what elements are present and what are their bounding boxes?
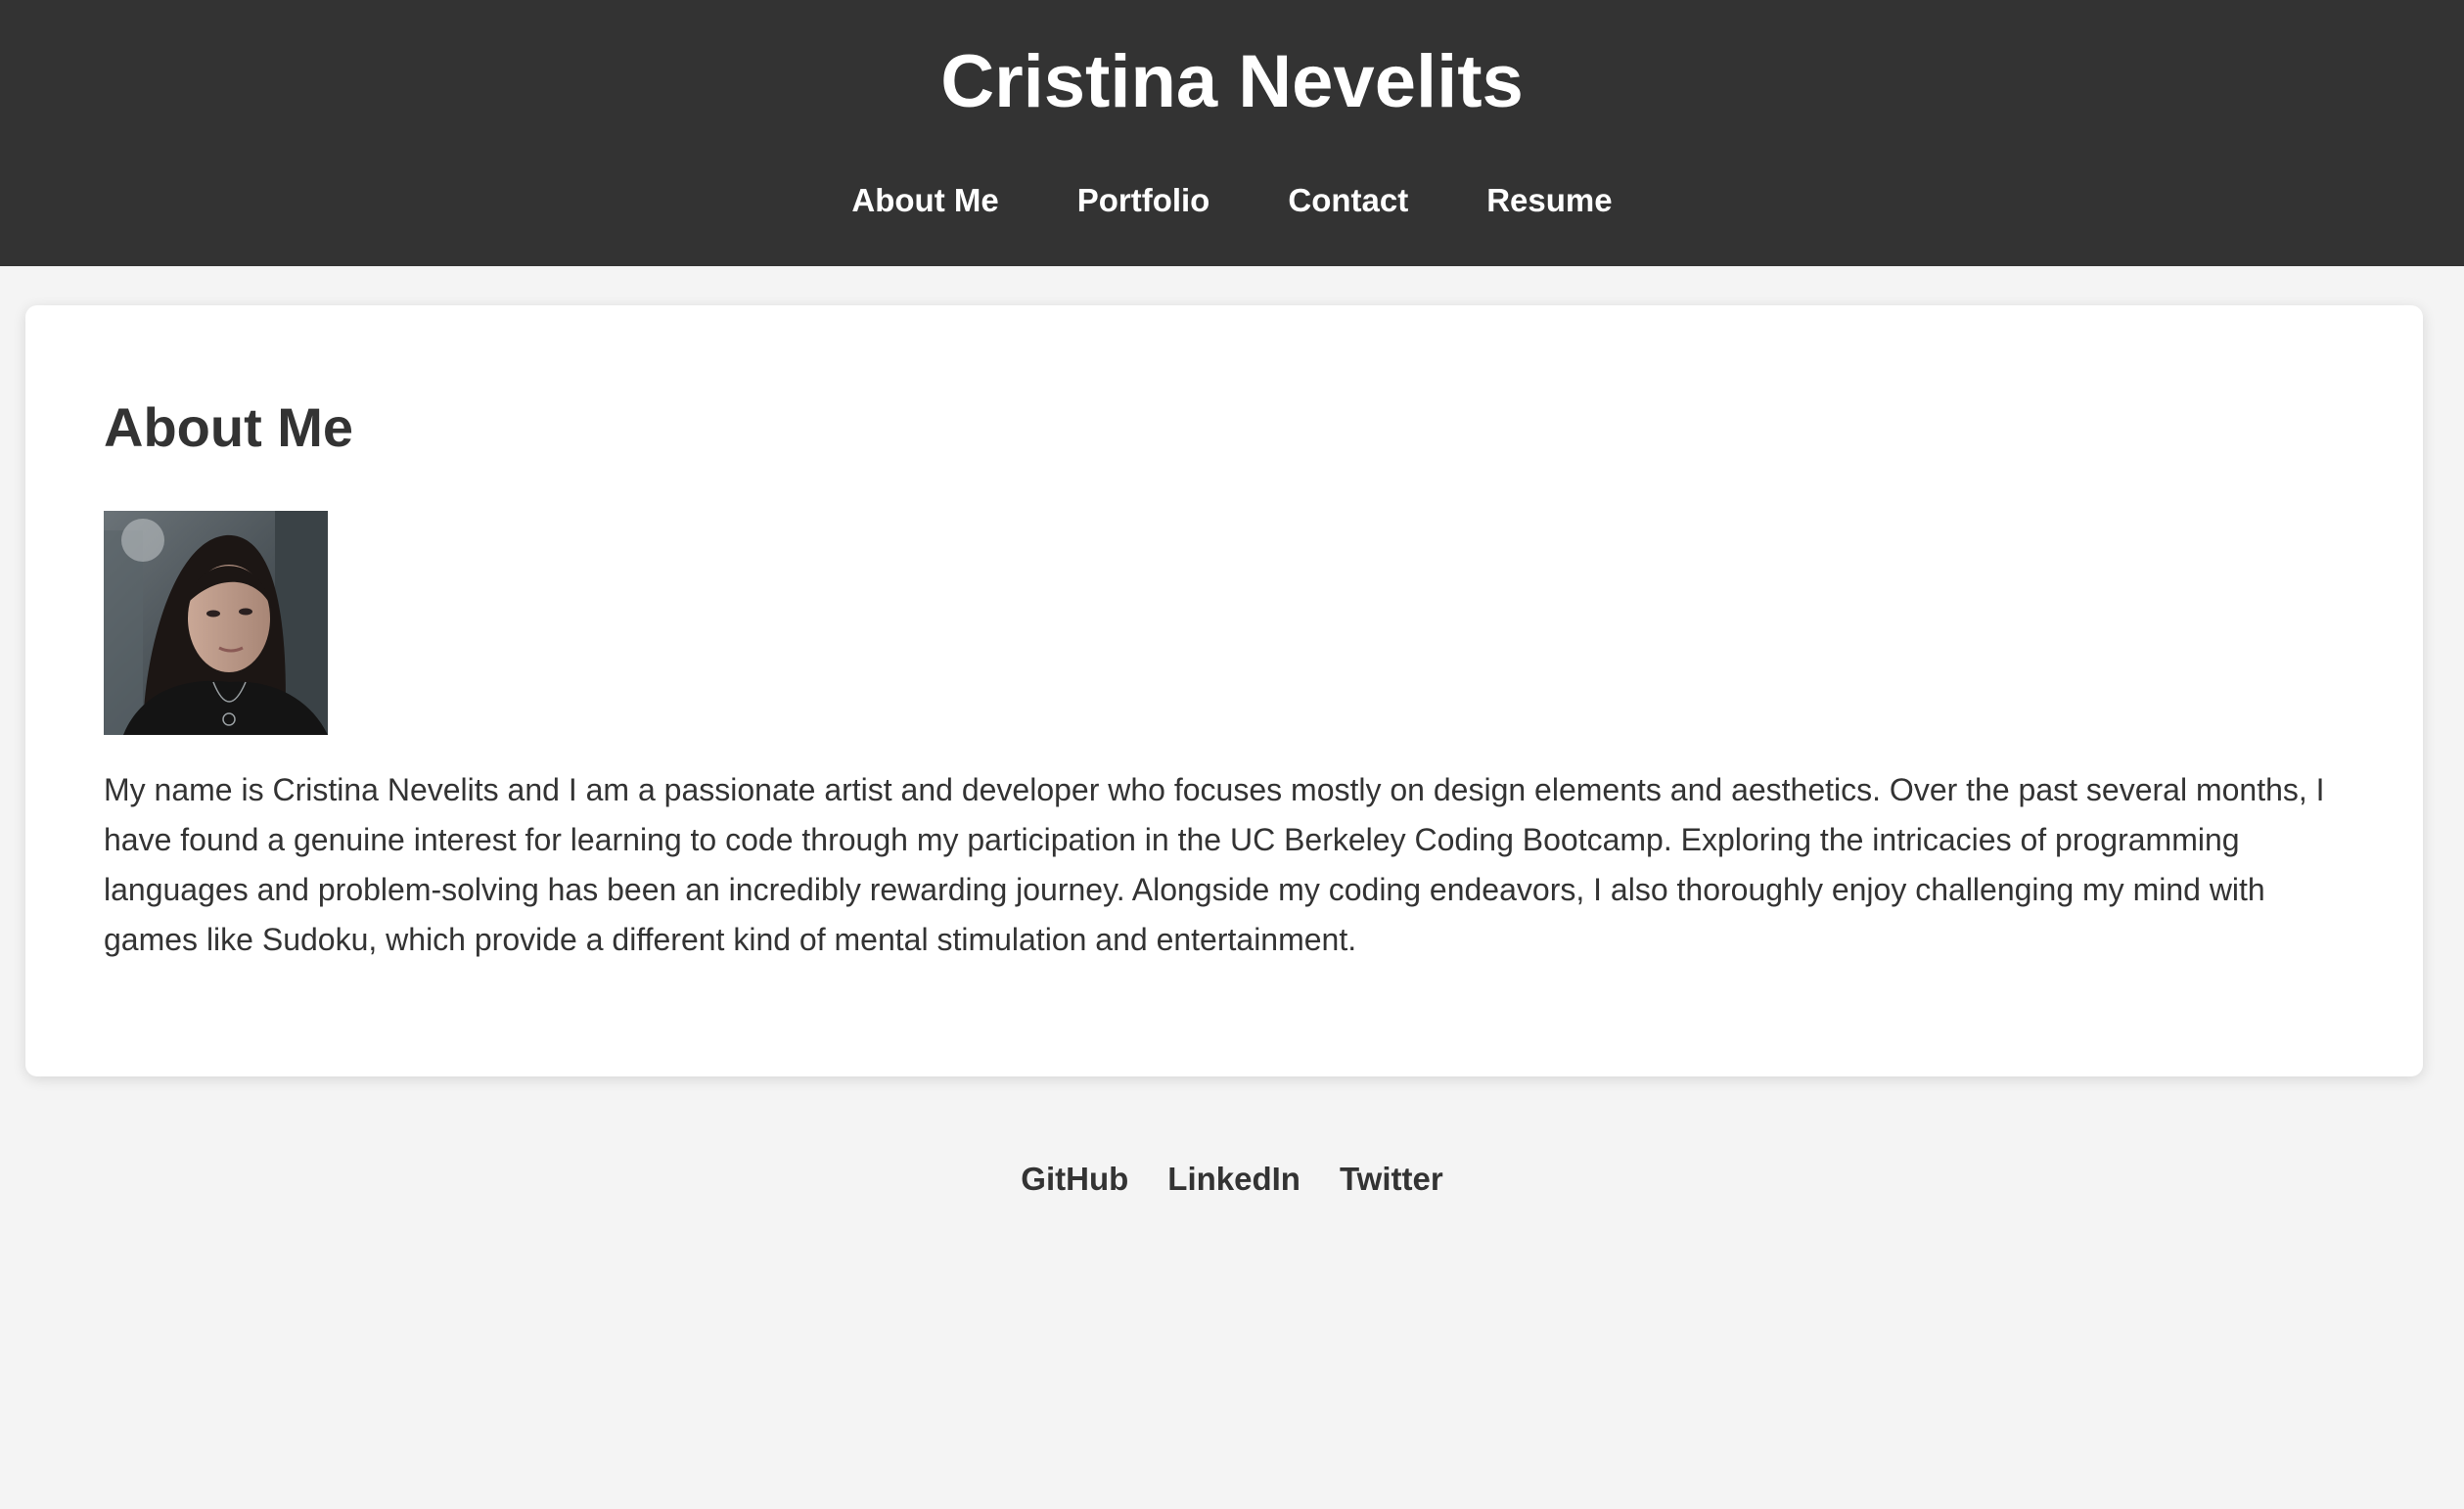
- main-nav: About Me Portfolio Contact Resume: [0, 176, 2464, 225]
- about-section: About Me My name is Cristina Nevelits an…: [25, 305, 2423, 1076]
- about-bio: My name is Cristina Nevelits and I am a …: [104, 772, 2325, 957]
- footer-link-twitter[interactable]: Twitter: [1340, 1155, 1443, 1204]
- site-title: Cristina Nevelits: [940, 40, 1524, 123]
- nav-link-portfolio[interactable]: Portfolio: [1077, 176, 1210, 225]
- about-heading: About Me: [104, 396, 354, 458]
- footer-link-github[interactable]: GitHub: [1021, 1155, 1128, 1204]
- site-header: Cristina Nevelits About Me Portfolio Con…: [0, 0, 2464, 266]
- footer-link-linkedin[interactable]: LinkedIn: [1167, 1155, 1300, 1204]
- nav-link-about-me[interactable]: About Me: [851, 176, 998, 225]
- footer-links: GitHub LinkedIn Twitter: [0, 1155, 2464, 1204]
- nav-link-resume[interactable]: Resume: [1486, 176, 1612, 225]
- nav-link-contact[interactable]: Contact: [1288, 176, 1408, 225]
- profile-photo: [104, 511, 328, 735]
